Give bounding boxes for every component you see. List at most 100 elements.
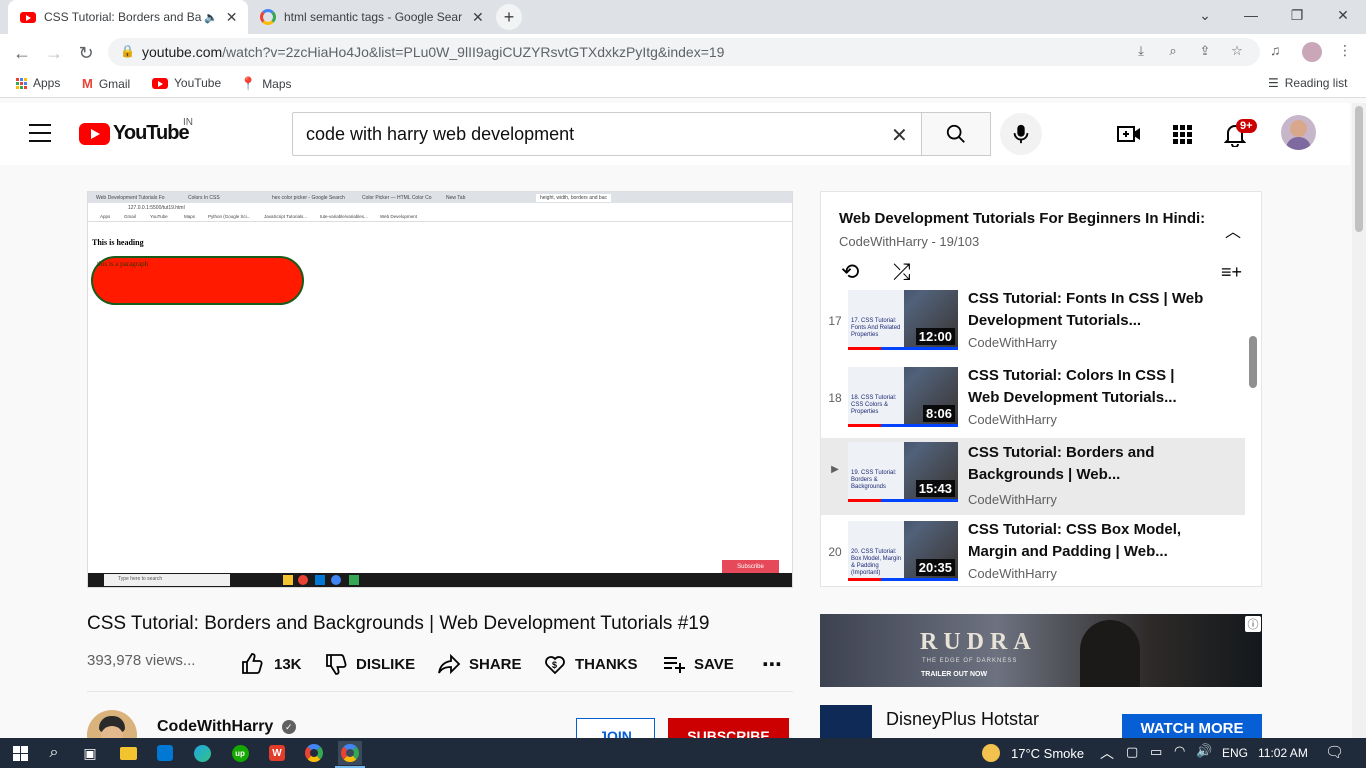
shuffle-playlist-icon[interactable]: ⤮ <box>893 259 911 285</box>
reload-icon[interactable]: ↻ <box>74 41 98 65</box>
tab-search-icon[interactable]: ⌄ <box>1182 0 1228 30</box>
playlist-item-current[interactable]: ▶ 19. CSS Tutorial: Borders & Background… <box>821 438 1245 515</box>
create-video-icon[interactable] <box>1117 123 1141 150</box>
bookmark-youtube[interactable]: YouTube <box>152 76 221 90</box>
playlist-scrollbar[interactable] <box>1249 336 1257 388</box>
apps-icon[interactable] <box>1173 125 1192 144</box>
browser-tab-google[interactable]: html semantic tags - Google Sear ✕ <box>250 0 490 34</box>
ad-info-icon[interactable]: ⓘ <box>1245 616 1261 632</box>
close-tab-icon[interactable]: ✕ <box>472 9 484 26</box>
playlist-title[interactable]: Web Development Tutorials For Beginners … <box>839 210 1205 227</box>
playlist-panel: Web Development Tutorials For Beginners … <box>820 191 1262 587</box>
more-actions-icon[interactable]: ⋯ <box>762 652 782 677</box>
page-scrollbar[interactable] <box>1352 103 1366 738</box>
windows-search-icon[interactable]: ⌕ <box>42 741 66 765</box>
hamburger-menu-icon[interactable] <box>29 124 51 142</box>
weather-text[interactable]: 17°C Smoke <box>1011 746 1084 761</box>
loop-playlist-icon[interactable]: ⟲ <box>841 259 859 285</box>
collapse-playlist-icon[interactable]: ︿ <box>1225 218 1241 242</box>
install-icon[interactable]: ⤓ <box>1132 43 1150 61</box>
upwork-icon[interactable]: up <box>228 741 252 765</box>
maps-pin-icon: 📍 <box>240 76 257 91</box>
media-control-icon[interactable]: ♫ <box>1270 42 1281 58</box>
dislike-button[interactable]: DISLIKE <box>324 652 415 676</box>
view-count[interactable]: 393,978 views... <box>87 652 195 669</box>
browser-tab-strip: CSS Tutorial: Borders and Ba 🔈 ✕ html se… <box>0 0 1366 34</box>
ad-advertiser-name[interactable]: DisneyPlus Hotstar <box>886 709 1039 730</box>
address-bar[interactable]: 🔒 youtube.com/watch?v=2zcHiaHo4Jo&list=P… <box>108 38 1260 66</box>
profile-avatar[interactable] <box>1302 42 1322 62</box>
video-bookmark: YouTube <box>150 214 168 219</box>
vscode-icon[interactable] <box>153 741 177 765</box>
playlist-menu-icon[interactable]: ≡+ <box>1221 262 1242 283</box>
close-window-button[interactable]: ✕ <box>1320 0 1366 30</box>
search-input[interactable] <box>306 124 866 145</box>
thanks-button[interactable]: $ THANKS <box>543 652 638 676</box>
file-explorer-icon[interactable] <box>116 741 140 765</box>
share-button[interactable]: SHARE <box>437 652 522 676</box>
playlist-item[interactable]: 20 20. CSS Tutorial: Box Model, Margin &… <box>821 519 1245 586</box>
playlist-item[interactable]: 18 18. CSS Tutorial: CSS Colors & Proper… <box>821 365 1245 442</box>
bookmark-gmail[interactable]: M Gmail <box>82 76 130 91</box>
clear-search-icon[interactable]: ✕ <box>891 123 908 148</box>
reading-list-button[interactable]: ☰ Reading list <box>1268 76 1347 90</box>
meet-now-icon[interactable]: ▢ <box>1126 744 1138 760</box>
task-view-icon[interactable]: ▣ <box>78 741 102 765</box>
weather-icon[interactable] <box>982 744 1000 762</box>
restore-button[interactable]: ❐ <box>1274 0 1320 30</box>
video-title: CSS Tutorial: Borders and Backgrounds | … <box>87 613 710 634</box>
video-browser-tabs: Web Development Tutorials Fo Colors In C… <box>88 192 792 203</box>
bookmark-maps[interactable]: 📍 Maps <box>240 76 292 92</box>
url-text[interactable]: youtube.com/watch?v=2zcHiaHo4Jo&list=PLu… <box>142 44 724 60</box>
windows-start-icon[interactable] <box>8 741 32 765</box>
search-button[interactable] <box>921 112 991 156</box>
video-subscribe-badge: Subscribe <box>722 560 779 573</box>
browser-tab-youtube[interactable]: CSS Tutorial: Borders and Ba 🔈 ✕ <box>8 0 248 34</box>
new-tab-button[interactable]: + <box>496 4 522 30</box>
duration-badge: 8:06 <box>922 405 955 422</box>
page-scrollbar-thumb[interactable] <box>1355 106 1363 232</box>
video-bookmark: Gmail <box>124 214 136 219</box>
region-label: IN <box>183 117 193 128</box>
video-player[interactable]: Web Development Tutorials Fo Colors In C… <box>87 191 793 588</box>
back-icon[interactable]: ← <box>10 41 34 65</box>
like-button[interactable]: 13K <box>240 652 302 676</box>
chrome-menu-icon[interactable]: ⋮ <box>1338 42 1352 59</box>
lock-icon[interactable]: 🔒 <box>120 44 135 58</box>
thumbnail-label: 18. CSS Tutorial: CSS Colors & Propertie… <box>851 395 897 415</box>
chrome-icon[interactable] <box>338 741 362 765</box>
youtube-logo[interactable]: YouTube <box>79 122 190 145</box>
wifi-icon[interactable]: ◠ <box>1174 743 1185 759</box>
reading-list-icon: ☰ <box>1268 76 1279 90</box>
zoom-icon[interactable]: ⌕ <box>1164 43 1182 61</box>
duration-badge: 15:43 <box>915 480 955 497</box>
language-indicator[interactable]: ENG <box>1222 746 1248 760</box>
bookmark-star-icon[interactable]: ☆ <box>1228 43 1246 61</box>
notifications-button[interactable]: 9+ <box>1223 119 1257 152</box>
close-tab-icon[interactable]: ✕ <box>226 9 238 26</box>
forward-icon[interactable]: → <box>42 41 66 65</box>
ad-banner[interactable]: RUDRA THE EDGE OF DARKNESS TRAILER OUT N… <box>820 614 1262 687</box>
notification-center-icon[interactable]: 🗨 <box>1325 743 1344 761</box>
share-icon[interactable]: ⇪ <box>1196 43 1214 61</box>
minimize-button[interactable]: — <box>1228 0 1274 30</box>
search-box[interactable]: ✕ <box>292 112 922 156</box>
bookmark-apps[interactable]: Apps <box>16 76 60 90</box>
system-tray-chevron-icon[interactable]: ︿ <box>1100 743 1114 763</box>
playlist-meta[interactable]: CodeWithHarry - 19/103 <box>839 234 979 249</box>
chrome-icon[interactable] <box>302 741 326 765</box>
battery-icon[interactable]: ▭ <box>1150 744 1162 760</box>
video-tab-label: Colors In CSS <box>188 195 220 201</box>
voice-search-button[interactable] <box>1000 113 1042 155</box>
volume-icon[interactable]: 🔊 <box>1196 743 1212 759</box>
video-thumbnail: 18. CSS Tutorial: CSS Colors & Propertie… <box>848 367 958 427</box>
save-button[interactable]: SAVE <box>662 652 734 676</box>
account-avatar[interactable] <box>1281 115 1316 150</box>
playlist-item[interactable]: 17 17. CSS Tutorial: Fonts And Related P… <box>821 288 1245 365</box>
wps-office-icon[interactable]: W <box>265 741 289 765</box>
speaker-icon[interactable]: 🔈 <box>204 11 218 24</box>
playlist-item-index: 18 <box>828 391 842 405</box>
edge-icon[interactable] <box>190 741 214 765</box>
clock[interactable]: 11:02 AM <box>1258 746 1308 760</box>
channel-name-row[interactable]: CodeWithHarry ✓ <box>157 718 296 736</box>
